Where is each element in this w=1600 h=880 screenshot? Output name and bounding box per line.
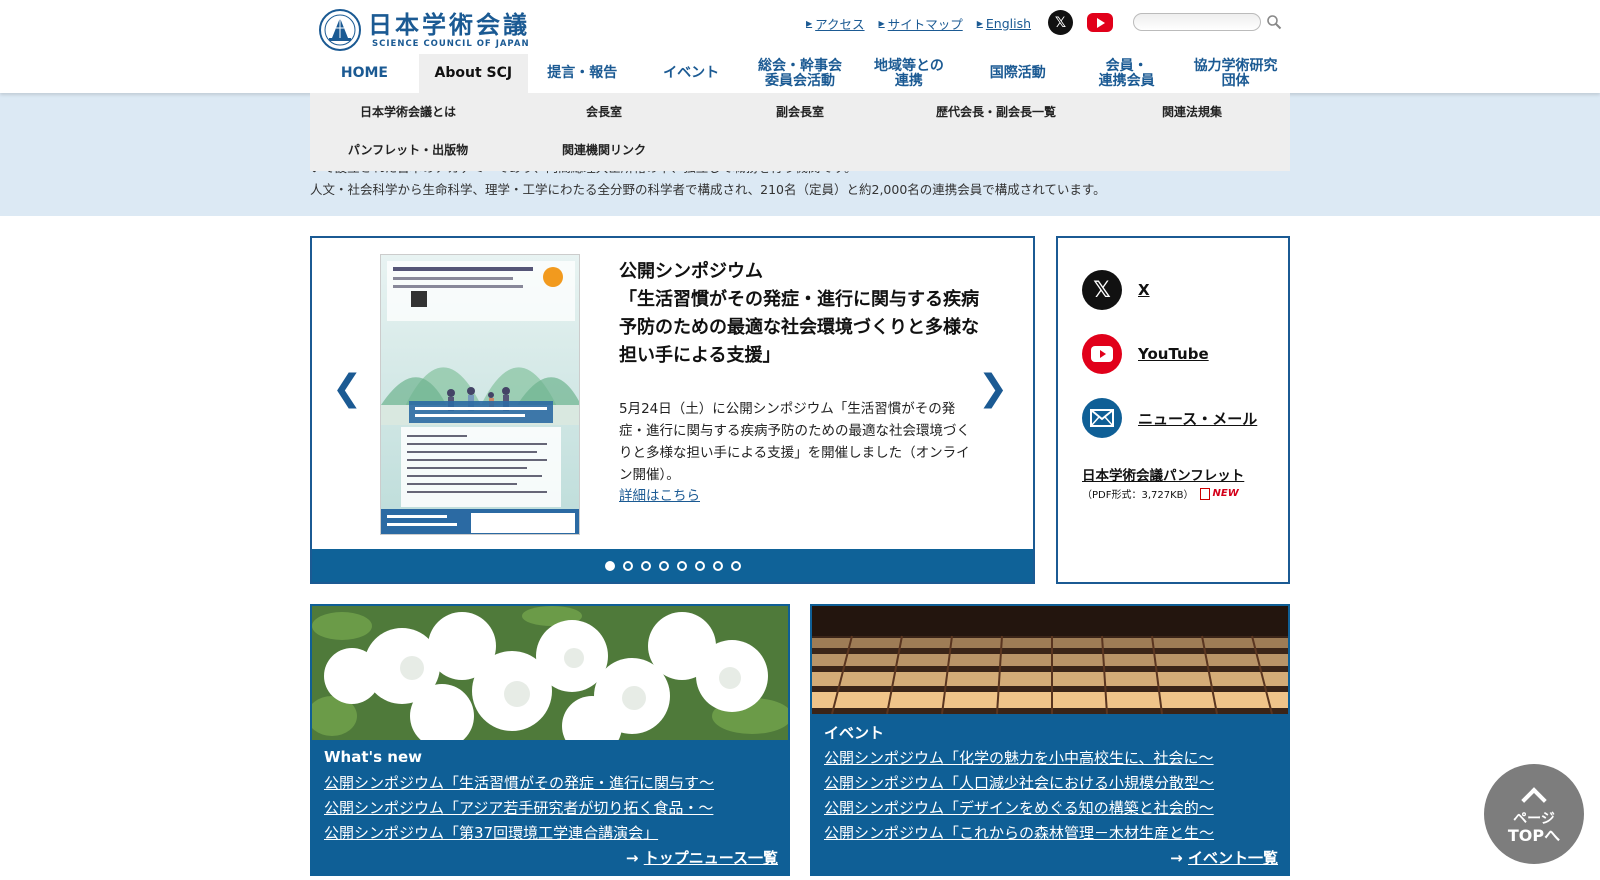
slider-dot[interactable] [640,560,651,571]
triangle-right-icon: ▶ [878,18,885,28]
social-news-mail-link[interactable]: ニュース・メール [1082,398,1257,438]
slider-dot[interactable] [604,560,615,571]
mail-icon [1082,398,1122,438]
slider-dot[interactable] [622,560,633,571]
chevron-up-icon [1521,787,1547,813]
pdf-icon [1199,487,1210,500]
x-icon[interactable]: 𝕏 [1048,10,1073,35]
whats-new-panel: What's new 公開シンポジウム「生活習慣がその発症・進行に関与す〜 公開… [310,604,790,876]
nav-about-scj[interactable]: About SCJ [418,54,528,93]
x-icon: 𝕏 [1082,270,1122,310]
social-links-box: 𝕏 X YouTube ニュース・メール 日本学術会議パンフレット （PDF形式… [1056,236,1290,584]
whats-new-item[interactable]: 公開シンポジウム「第37回環境工学連合講演会」 [324,822,658,843]
search-icon[interactable] [1266,14,1282,30]
global-nav: HOME About SCJ 提言・報告 イベント 総会・幹事会 委員会活動 地… [310,54,1290,93]
dd-pamphlets[interactable]: パンフレット・出版物 [310,141,506,158]
site-header: 日本学術会議 SCIENCE COUNCIL OF JAPAN ▶ アクセス ▶ サ… [0,0,1600,93]
slider-dot[interactable] [730,560,741,571]
event-item[interactable]: 公開シンポジウム「人口減少社会における小規模分散型〜 [824,772,1214,793]
dd-about-scj[interactable]: 日本学術会議とは [310,103,506,120]
event-item[interactable]: 公開シンポジウム「デザインをめぐる知の構築と社会的〜 [824,797,1214,818]
slider-dot[interactable] [676,560,687,571]
whats-new-item[interactable]: 公開シンポジウム「アジア若手研究者が切り拓く食品・〜 [324,797,713,818]
social-x-link[interactable]: 𝕏 X [1082,270,1150,310]
logo-english: SCIENCE COUNCIL OF JAPAN [372,38,530,49]
event-item[interactable]: 公開シンポジウム「化学の魅力を小中高校生に、社会に〜 [824,747,1214,768]
logo-japanese: 日本学術会議 [368,10,530,39]
event-item[interactable]: 公開シンポジウム「これからの森林管理－木材生産と生〜 [824,822,1214,843]
util-link-access[interactable]: ▶ アクセス [806,14,865,33]
page-top-button[interactable]: ページ TOPへ [1484,764,1584,864]
top-news-list-link[interactable]: → トップニュース一覧 [626,847,778,868]
nav-members[interactable]: 会員・ 連携会員 [1072,54,1181,93]
search-input[interactable] [1133,13,1261,31]
nav-international[interactable]: 国際活動 [963,54,1072,93]
slider-prev-arrow[interactable]: ❮ [332,368,362,409]
new-badge: NEW [1212,488,1239,499]
nav-home[interactable]: HOME [310,54,419,93]
events-heading: イベント [824,724,885,742]
nav-reports[interactable]: 提言・報告 [528,54,637,93]
dd-past-presidents[interactable]: 歴代会長・副会長一覧 [898,103,1094,120]
white-flowers-image [312,606,788,740]
scj-emblem-icon [319,9,361,51]
youtube-icon[interactable] [1087,13,1113,32]
slide-description: 5月24日（土）に公開シンポジウム「生活習慣がその発症・進行に関与する疾病予防の… [619,401,970,483]
dd-president-office[interactable]: 会長室 [506,103,702,120]
triangle-right-icon: ▶ [976,18,983,28]
triangle-right-icon: ▶ [806,18,813,28]
youtube-icon [1082,334,1122,374]
featured-slider: 公開シンポジウム 「生活習慣がその発症・進行に関与する疾病予防のための最適な社会… [310,236,1035,584]
nav-events[interactable]: イベント [637,54,746,93]
utility-nav: ▶ アクセス ▶ サイトマップ ▶ English [806,13,1045,33]
nav-general-assembly[interactable]: 総会・幹事会 委員会活動 [746,54,855,93]
site-logo[interactable]: 日本学術会議 SCIENCE COUNCIL OF JAPAN [318,8,533,52]
util-link-sitemap[interactable]: ▶ サイトマップ [879,14,963,33]
events-panel: イベント 公開シンポジウム「化学の魅力を小中高校生に、社会に〜 公開シンポジウム… [810,604,1290,876]
symposium-poster-image[interactable] [380,254,580,535]
pamphlet-file-info: （PDF形式：3,727KB） NEW [1082,487,1239,501]
util-link-english[interactable]: ▶ English [977,16,1031,31]
dd-vice-president-office[interactable]: 副会長室 [702,103,898,120]
slider-pagination [312,549,1033,582]
slide-details-link[interactable]: 詳細はこちら [619,484,700,504]
pamphlet-link[interactable]: 日本学術会議パンフレット [1082,464,1244,484]
nav-regional[interactable]: 地域等との 連携 [854,54,963,93]
dd-regulations[interactable]: 関連法規集 [1094,103,1290,120]
slide-title: 公開シンポジウム 「生活習慣がその発症・進行に関与する疾病予防のための最適な社会… [619,261,979,366]
intro-text-line2: 人文・社会科学から生命科学、理学・工学にわたる全分野の科学者で構成され、210名… [310,182,1106,197]
slider-dot[interactable] [712,560,723,571]
event-list-link[interactable]: → イベント一覧 [1170,847,1278,868]
slider-next-arrow[interactable]: ❯ [978,368,1008,409]
slider-dot[interactable] [694,560,705,571]
whats-new-item[interactable]: 公開シンポジウム「生活習慣がその発症・進行に関与す〜 [324,772,714,793]
dd-related-links[interactable]: 関連機関リンク [506,141,702,158]
social-youtube-link[interactable]: YouTube [1082,334,1209,374]
about-dropdown-menu: 日本学術会議とは 会長室 副会長室 歴代会長・副会長一覧 関連法規集 パンフレッ… [310,93,1290,171]
nav-cooperative-orgs[interactable]: 協力学術研究 団体 [1181,54,1290,93]
whats-new-heading: What's new [324,748,422,766]
auditorium-image [812,606,1288,714]
slider-dot[interactable] [658,560,669,571]
